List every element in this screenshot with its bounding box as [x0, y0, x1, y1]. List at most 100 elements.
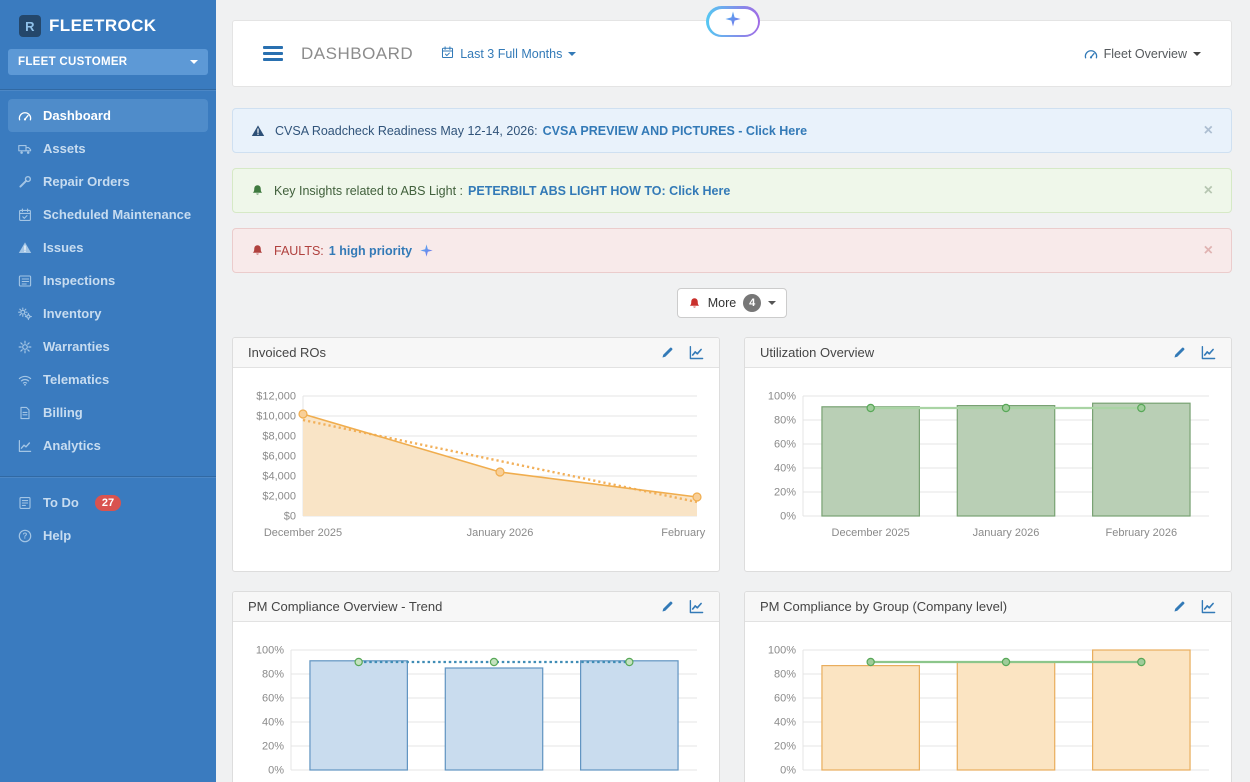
- svg-text:December 2025: December 2025: [264, 527, 342, 539]
- svg-text:$6,000: $6,000: [262, 451, 296, 463]
- svg-text:20%: 20%: [262, 741, 284, 753]
- svg-text:100%: 100%: [768, 391, 796, 403]
- gauge-icon: [1084, 47, 1098, 61]
- svg-text:100%: 100%: [256, 645, 284, 657]
- alert-banner-info: CVSA Roadcheck Readiness May 12-14, 2026…: [232, 108, 1232, 153]
- widget-title: Invoiced ROs: [248, 345, 326, 360]
- sidebar-item-inventory[interactable]: Inventory: [8, 297, 208, 330]
- svg-text:0%: 0%: [780, 511, 796, 523]
- seal-icon: [16, 340, 33, 354]
- bell-icon: [688, 297, 701, 310]
- page-title: DASHBOARD: [301, 44, 413, 64]
- widget-header: Utilization Overview: [745, 338, 1231, 368]
- sparkle-icon[interactable]: [420, 244, 433, 257]
- customer-selector-label: FLEET CUSTOMER: [18, 56, 127, 68]
- edit-widget-icon[interactable]: [1173, 346, 1186, 359]
- svg-text:February 2026: February 2026: [1106, 527, 1178, 539]
- pm-compliance-by-group-chart: 0%20%40%60%80%100%Company 1Company 2Comp…: [759, 630, 1217, 782]
- svg-text:$12,000: $12,000: [256, 391, 296, 403]
- sidebar-footer-nav: To Do 27? Help: [0, 486, 216, 552]
- edit-widget-icon[interactable]: [1173, 600, 1186, 613]
- edit-widget-icon[interactable]: [661, 346, 674, 359]
- svg-text:$0: $0: [284, 511, 296, 523]
- todo-count-badge: 27: [95, 495, 121, 511]
- sidebar-item-scheduled-maintenance[interactable]: Scheduled Maintenance: [8, 198, 208, 231]
- widget-title: PM Compliance Overview - Trend: [248, 599, 442, 614]
- sidebar-item-billing[interactable]: Billing: [8, 396, 208, 429]
- sidebar-divider: [0, 476, 216, 478]
- sidebar-item-label: Assets: [43, 141, 86, 156]
- alert-close-button[interactable]: ×: [1204, 123, 1213, 139]
- svg-text:January 2026: January 2026: [467, 527, 534, 539]
- brand: R FLEETROCK: [0, 0, 216, 49]
- truck-icon: [16, 142, 33, 156]
- svg-text:60%: 60%: [262, 693, 284, 705]
- expand-chart-icon[interactable]: [689, 345, 704, 360]
- sidebar-item-help[interactable]: ? Help: [8, 519, 208, 552]
- sidebar-item-to-do[interactable]: To Do 27: [8, 486, 208, 519]
- svg-text:$8,000: $8,000: [262, 431, 296, 443]
- sidebar-item-label: Inspections: [43, 273, 115, 288]
- sidebar-item-inspections[interactable]: Inspections: [8, 264, 208, 297]
- more-label: More: [708, 296, 736, 310]
- sidebar-item-label: Telematics: [43, 372, 109, 387]
- main-content: DASHBOARD Last 3 Full Months Fleet Overv…: [216, 0, 1250, 782]
- sidebar-item-dashboard[interactable]: Dashboard: [8, 99, 208, 132]
- ai-assistant-button[interactable]: [706, 6, 760, 37]
- sidebar-item-label: Help: [43, 528, 71, 543]
- sidebar: R FLEETROCK FLEET CUSTOMER Dashboard Asse…: [0, 0, 216, 782]
- sidebar-item-issues[interactable]: Issues: [8, 231, 208, 264]
- warning-triangle-icon: [251, 124, 265, 138]
- date-range-dropdown[interactable]: Last 3 Full Months: [441, 46, 576, 62]
- widget-title: PM Compliance by Group (Company level): [760, 599, 1007, 614]
- sidebar-item-label: Analytics: [43, 438, 101, 453]
- svg-text:0%: 0%: [780, 765, 796, 777]
- edit-widget-icon[interactable]: [661, 600, 674, 613]
- date-range-label: Last 3 Full Months: [460, 47, 562, 61]
- svg-text:?: ?: [22, 531, 27, 540]
- expand-chart-icon[interactable]: [1201, 599, 1216, 614]
- utilization-overview-chart: 0%20%40%60%80%100%December 2025January 2…: [759, 376, 1217, 549]
- widget-header: PM Compliance by Group (Company level): [745, 592, 1231, 622]
- fleet-overview-label: Fleet Overview: [1104, 47, 1187, 61]
- svg-text:December 2025: December 2025: [832, 527, 910, 539]
- sidebar-item-label: Issues: [43, 240, 83, 255]
- sidebar-item-analytics[interactable]: Analytics: [8, 429, 208, 462]
- expand-chart-icon[interactable]: [1201, 345, 1216, 360]
- dashboard-widgets-grid: Invoiced ROs $0$2,000$4,000$6,000$8,000$…: [232, 337, 1232, 782]
- sidebar-item-label: Repair Orders: [43, 174, 130, 189]
- sidebar-item-telematics[interactable]: Telematics: [8, 363, 208, 396]
- chart-icon: [16, 439, 33, 453]
- sidebar-item-label: Billing: [43, 405, 83, 420]
- svg-text:$10,000: $10,000: [256, 411, 296, 423]
- widget-utilization-overview: Utilization Overview 0%20%40%60%80%100%D…: [744, 337, 1232, 572]
- svg-text:80%: 80%: [774, 669, 796, 681]
- alert-text: CVSA Roadcheck Readiness May 12-14, 2026…: [275, 124, 538, 138]
- sidebar-item-warranties[interactable]: Warranties: [8, 330, 208, 363]
- svg-text:100%: 100%: [768, 645, 796, 657]
- alert-close-button[interactable]: ×: [1204, 183, 1213, 199]
- svg-text:February 2026: February 2026: [661, 527, 707, 539]
- more-alerts-button[interactable]: More 4: [677, 288, 787, 318]
- expand-chart-icon[interactable]: [689, 599, 704, 614]
- sidebar-nav: Dashboard Assets Repair Orders Scheduled Ma…: [0, 99, 216, 462]
- sidebar-item-assets[interactable]: Assets: [8, 132, 208, 165]
- chevron-down-icon: [190, 60, 198, 64]
- alert-text: FAULTS:: [274, 244, 324, 258]
- svg-text:40%: 40%: [774, 717, 796, 729]
- alert-link[interactable]: CVSA PREVIEW AND PICTURES - Click Here: [543, 124, 807, 138]
- customer-selector[interactable]: FLEET CUSTOMER: [8, 49, 208, 75]
- menu-toggle-icon[interactable]: [263, 43, 283, 64]
- sidebar-item-repair-orders[interactable]: Repair Orders: [8, 165, 208, 198]
- cogs-icon: [16, 307, 33, 321]
- svg-text:60%: 60%: [774, 439, 796, 451]
- alert-link[interactable]: PETERBILT ABS LIGHT HOW TO: Click Here: [468, 184, 730, 198]
- calendar-icon: [16, 208, 33, 222]
- alert-link[interactable]: 1 high priority: [329, 244, 412, 258]
- sidebar-item-label: To Do: [43, 495, 79, 510]
- widget-title: Utilization Overview: [760, 345, 874, 360]
- svg-text:20%: 20%: [774, 741, 796, 753]
- alert-close-button[interactable]: ×: [1204, 243, 1213, 259]
- fleet-overview-dropdown[interactable]: Fleet Overview: [1084, 47, 1201, 61]
- alerts-area: CVSA Roadcheck Readiness May 12-14, 2026…: [232, 108, 1232, 273]
